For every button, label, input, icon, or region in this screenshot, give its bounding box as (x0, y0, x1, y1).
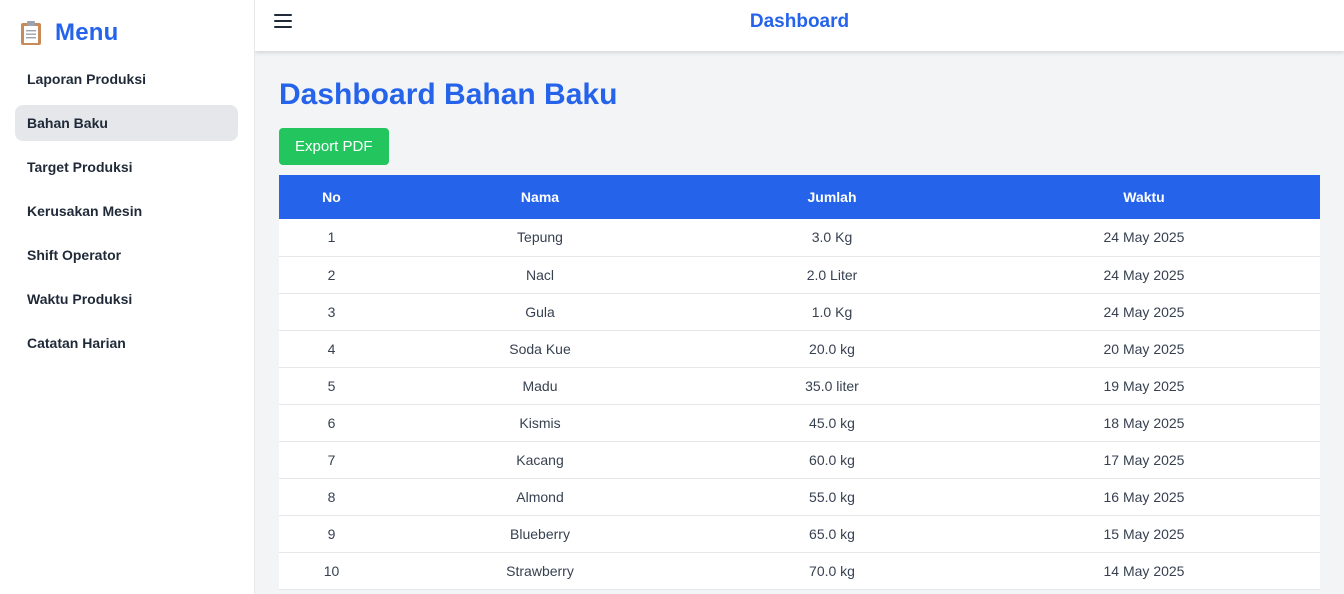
cell-waktu: 18 May 2025 (1103, 414, 1185, 431)
cell-jumlah: 35.0 liter (805, 377, 859, 394)
bahan-baku-table: No Nama Jumlah Waktu 1 Tepung 3.0 Kg 24 May… (279, 175, 1320, 590)
content: Dashboard Bahan Baku Export PDF No Nama … (255, 51, 1344, 590)
cell-jumlah: 1.0 Kg (811, 303, 853, 320)
cell-no: 9 (327, 525, 336, 542)
sidebar-item-kerusakan-mesin[interactable]: Kerusakan Mesin (15, 193, 238, 229)
cell-nama: Kacang (516, 451, 564, 468)
sidebar-item-shift-operator[interactable]: Shift Operator (15, 237, 238, 273)
table-row: 7 Kacang 60.0 kg 17 May 2025 (279, 441, 1320, 478)
cell-nama: Strawberry (506, 562, 574, 579)
sidebar-item-catatan-harian[interactable]: Catatan Harian (15, 325, 238, 361)
topbar: Dashboard (255, 0, 1344, 51)
table-row: 5 Madu 35.0 liter 19 May 2025 (279, 367, 1320, 404)
column-header-jumlah: Jumlah (807, 189, 857, 205)
cell-nama: Madu (522, 377, 558, 394)
cell-nama: Soda Kue (509, 340, 571, 357)
main-area: Dashboard Dashboard Bahan Baku Export PD… (255, 0, 1344, 594)
cell-jumlah: 55.0 kg (809, 488, 855, 505)
cell-waktu: 17 May 2025 (1103, 451, 1185, 468)
sidebar-item-target-produksi[interactable]: Target Produksi (15, 149, 238, 185)
sidebar-item-bahan-baku[interactable]: Bahan Baku (15, 105, 238, 141)
cell-waktu: 15 May 2025 (1103, 525, 1185, 542)
sidebar-item-waktu-produksi[interactable]: Waktu Produksi (15, 281, 238, 317)
cell-waktu: 19 May 2025 (1103, 377, 1185, 394)
cell-waktu: 14 May 2025 (1103, 562, 1185, 579)
cell-jumlah: 3.0 Kg (811, 229, 853, 246)
cell-nama: Tepung (517, 229, 563, 246)
cell-jumlah: 70.0 kg (809, 562, 855, 579)
table-body: 1 Tepung 3.0 Kg 24 May 2025 2 Nacl 2.0 Liter 24… (279, 219, 1320, 589)
cell-nama: Nacl (525, 266, 554, 283)
sidebar-header: Menu (0, 18, 254, 48)
table-row: 3 Gula 1.0 Kg 24 May 2025 (279, 293, 1320, 330)
table-row: 10 Strawberry 70.0 kg 14 May 2025 (279, 552, 1320, 589)
cell-no: 4 (327, 340, 336, 357)
cell-no: 2 (327, 266, 336, 283)
table-row: 6 Kismis 45.0 kg 18 May 2025 (279, 404, 1320, 441)
cell-no: 8 (327, 488, 336, 505)
cell-nama: Almond (516, 488, 564, 505)
cell-jumlah: 65.0 kg (809, 525, 855, 542)
table-row: 2 Nacl 2.0 Liter 24 May 2025 (279, 256, 1320, 293)
app-window: Menu Laporan Produksi Bahan Baku Target … (0, 0, 1344, 594)
cell-jumlah: 20.0 kg (809, 340, 855, 357)
column-header-nama: Nama (520, 189, 560, 205)
cell-no: 3 (327, 303, 336, 320)
cell-no: 7 (327, 451, 336, 468)
table-row: 4 Soda Kue 20.0 kg 20 May 2025 (279, 330, 1320, 367)
cell-waktu: 24 May 2025 (1103, 266, 1185, 283)
clipboard-icon (21, 21, 41, 45)
cell-no: 1 (327, 229, 336, 246)
column-header-waktu: Waktu (1123, 189, 1165, 205)
cell-nama: Kismis (519, 414, 561, 431)
cell-jumlah: 2.0 Liter (806, 266, 858, 283)
cell-no: 10 (323, 562, 340, 579)
topbar-title: Dashboard (749, 11, 850, 32)
cell-jumlah: 60.0 kg (809, 451, 855, 468)
cell-jumlah: 45.0 kg (809, 414, 855, 431)
cell-nama: Blueberry (510, 525, 570, 542)
cell-nama: Gula (525, 303, 555, 320)
page-title: Dashboard Bahan Baku (279, 78, 618, 111)
table-row: 9 Blueberry 65.0 kg 15 May 2025 (279, 515, 1320, 552)
table-row: 1 Tepung 3.0 Kg 24 May 2025 (279, 219, 1320, 256)
table-row: 8 Almond 55.0 kg 16 May 2025 (279, 478, 1320, 515)
cell-waktu: 16 May 2025 (1103, 488, 1185, 505)
cell-no: 6 (327, 414, 336, 431)
sidebar: Menu Laporan Produksi Bahan Baku Target … (0, 0, 255, 594)
cell-waktu: 24 May 2025 (1103, 229, 1185, 246)
sidebar-nav: Laporan Produksi Bahan Baku Target Produ… (0, 61, 254, 361)
cell-waktu: 24 May 2025 (1103, 303, 1185, 320)
sidebar-title: Menu (55, 19, 119, 46)
export-pdf-button[interactable]: Export PDF (279, 128, 389, 165)
cell-no: 5 (327, 377, 336, 394)
sidebar-item-laporan-produksi[interactable]: Laporan Produksi (15, 61, 238, 97)
cell-waktu: 20 May 2025 (1103, 340, 1185, 357)
column-header-no: No (322, 189, 341, 205)
table-header-row: No Nama Jumlah Waktu (279, 175, 1320, 219)
